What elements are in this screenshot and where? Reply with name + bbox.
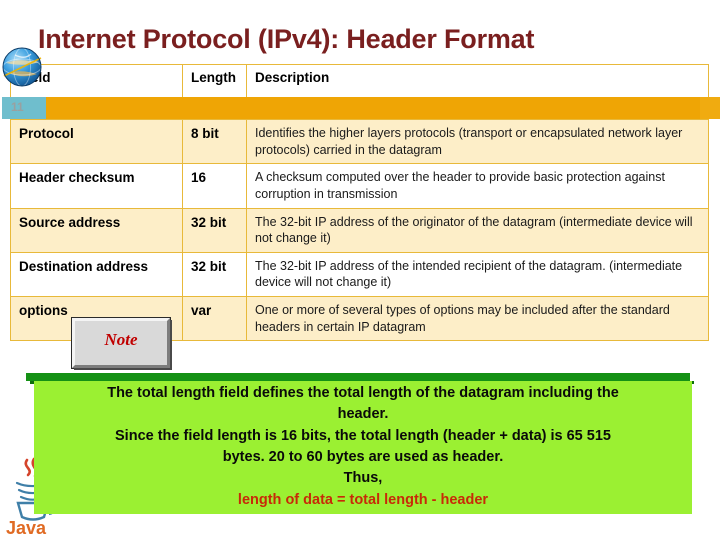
callout-line: bytes. 20 to 60 bytes are used as header…: [222, 448, 504, 465]
callout-line-accent: length of data = total length - header: [237, 491, 489, 508]
cell-description: The 32-bit IP address of the originator …: [246, 207, 709, 253]
slide-number-value: 11: [11, 100, 24, 114]
table-body: Protocol 8 bit Identifies the higher lay…: [10, 118, 709, 342]
cell-description: Identifies the higher layers protocols (…: [246, 118, 709, 165]
cell-length: 32 bit: [182, 207, 247, 253]
table-row: Header checksum 16 A checksum computed o…: [10, 163, 709, 209]
orange-accent-band: [46, 97, 720, 119]
note-button-label: Note: [104, 330, 138, 349]
note-button[interactable]: Note: [72, 318, 170, 368]
callout-line: Since the field length is 16 bits, the t…: [115, 427, 611, 444]
cell-field: Header checksum: [10, 163, 183, 209]
cell-length: 32 bit: [182, 251, 247, 298]
callout-top-bar: [26, 373, 690, 381]
cell-field: Source address: [10, 207, 183, 253]
cell-field: Destination address: [10, 251, 183, 298]
slide-number-badge: 11: [2, 97, 46, 119]
callout-line: The total length field defines the total…: [107, 385, 619, 401]
callout-line: header.: [337, 406, 389, 423]
table-row: Destination address 32 bit The 32-bit IP…: [10, 251, 709, 298]
cell-length: var: [182, 295, 247, 342]
page-title: Internet Protocol (IPv4): Header Format: [38, 24, 535, 54]
orange-accent-band-tail: [700, 97, 720, 119]
callout-line: Thus,: [343, 470, 383, 487]
table-row: Source address 32 bit The 32-bit IP addr…: [10, 207, 709, 253]
cell-description: The 32-bit IP address of the intended re…: [246, 251, 709, 298]
svg-text:Java: Java: [6, 518, 47, 535]
cell-description: A checksum computed over the header to p…: [246, 163, 709, 209]
cell-length: 16: [182, 163, 247, 209]
cell-description: One or more of several types of options …: [246, 295, 709, 342]
callout-box: The total length field defines the total…: [34, 381, 692, 514]
cell-length: 8 bit: [182, 118, 247, 165]
globe-icon: [1, 46, 45, 90]
table-row: Protocol 8 bit Identifies the higher lay…: [10, 118, 709, 165]
cell-field: Protocol: [10, 118, 183, 165]
